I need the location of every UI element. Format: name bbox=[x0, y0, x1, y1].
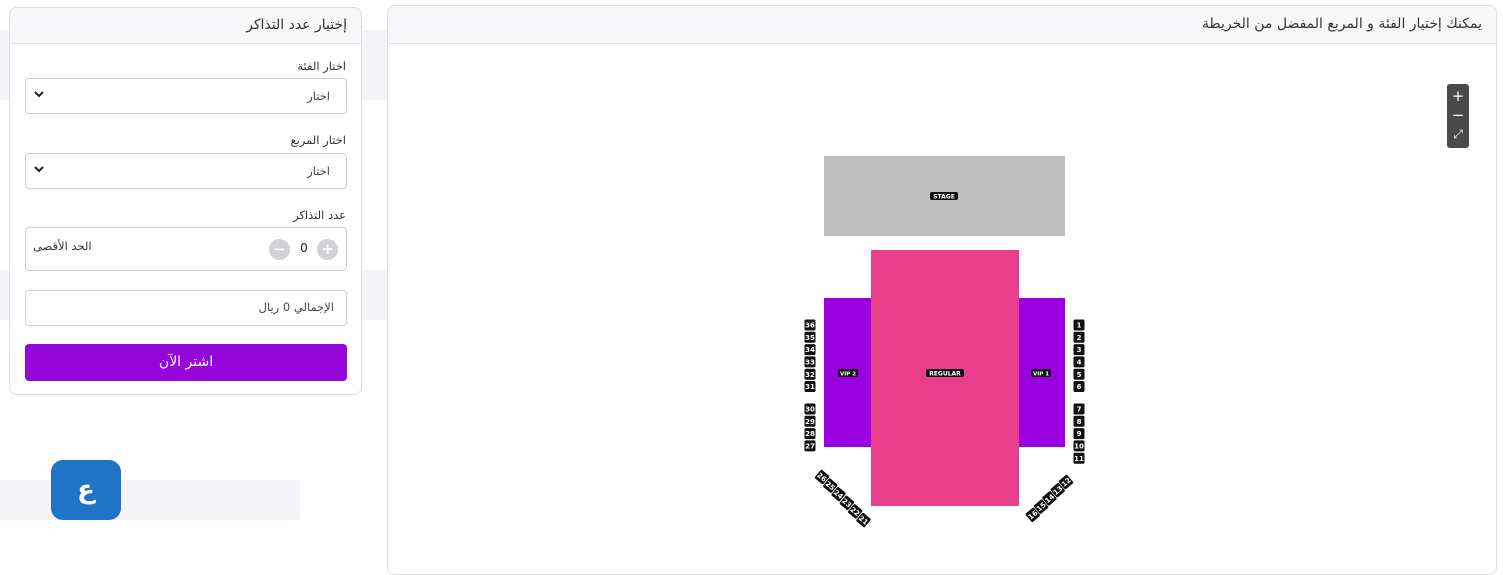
block-10[interactable]: 10 bbox=[1073, 440, 1085, 452]
block-33[interactable]: 33 bbox=[804, 356, 816, 368]
svg-text:1: 1 bbox=[1077, 322, 1082, 330]
block-2[interactable]: 2 bbox=[1073, 331, 1085, 343]
block-9[interactable]: 9 bbox=[1073, 428, 1085, 440]
svg-text:33: 33 bbox=[805, 359, 815, 367]
svg-text:4: 4 bbox=[1077, 359, 1082, 367]
ticket-panel: إختيار عدد التذاكر اختار الفئة اختار اخت… bbox=[9, 7, 362, 395]
site-logo: ع bbox=[51, 460, 121, 520]
quantity-label: عدد التذاكر bbox=[293, 208, 346, 222]
map-panel: يمكنك إختيار الفئة و المربع المفضل من ال… bbox=[387, 5, 1497, 575]
block-8[interactable]: 8 bbox=[1073, 415, 1085, 427]
stage-label: STAGE bbox=[933, 194, 955, 201]
block-29[interactable]: 29 bbox=[804, 415, 816, 427]
svg-text:27: 27 bbox=[805, 443, 815, 451]
block-3[interactable]: 3 bbox=[1073, 344, 1085, 356]
increase-button[interactable]: + bbox=[317, 239, 338, 260]
svg-text:29: 29 bbox=[805, 418, 815, 426]
venue-map: STAGE REGULAR VIP 2 VIP 1 12345678910113… bbox=[804, 156, 1085, 528]
ticket-panel-title: إختيار عدد التذاكر bbox=[10, 8, 361, 44]
svg-text:10: 10 bbox=[1074, 443, 1084, 451]
quantity-stepper: الحد الأقصى − 0 + bbox=[25, 227, 347, 271]
vip2-label: VIP 2 bbox=[840, 372, 856, 378]
svg-text:32: 32 bbox=[805, 371, 815, 379]
block-36[interactable]: 36 bbox=[804, 319, 816, 331]
block-11[interactable]: 11 bbox=[1073, 452, 1085, 464]
svg-text:35: 35 bbox=[805, 334, 815, 342]
svg-text:28: 28 bbox=[805, 430, 815, 438]
svg-text:11: 11 bbox=[1074, 455, 1084, 463]
svg-text:34: 34 bbox=[805, 346, 815, 354]
svg-text:6: 6 bbox=[1077, 383, 1082, 391]
category-select-value: اختار bbox=[307, 89, 330, 103]
svg-text:21: 21 bbox=[857, 514, 870, 526]
regular-label: REGULAR bbox=[929, 371, 961, 378]
block-5[interactable]: 5 bbox=[1073, 368, 1085, 380]
block-35[interactable]: 35 bbox=[804, 331, 816, 343]
category-select[interactable]: اختار bbox=[25, 78, 347, 114]
buy-now-button[interactable]: اشتر الآن bbox=[25, 344, 347, 381]
block-27[interactable]: 27 bbox=[804, 440, 816, 452]
block-30[interactable]: 30 bbox=[804, 403, 816, 415]
svg-text:30: 30 bbox=[805, 406, 815, 414]
block-32[interactable]: 32 bbox=[804, 368, 816, 380]
svg-text:8: 8 bbox=[1077, 418, 1082, 426]
chevron-down-icon bbox=[34, 166, 44, 173]
svg-text:7: 7 bbox=[1077, 406, 1082, 414]
svg-text:31: 31 bbox=[805, 383, 815, 391]
max-quantity-label: الحد الأقصى bbox=[33, 239, 92, 253]
vip1-label: VIP 1 bbox=[1033, 372, 1049, 378]
background-stripe bbox=[0, 480, 300, 520]
svg-text:3: 3 bbox=[1077, 346, 1082, 354]
category-label: اختار الفئة bbox=[297, 59, 346, 73]
block-7[interactable]: 7 bbox=[1073, 403, 1085, 415]
block-6[interactable]: 6 bbox=[1073, 381, 1085, 392]
block-select[interactable]: اختار bbox=[25, 153, 347, 189]
chevron-down-icon bbox=[34, 91, 44, 98]
svg-text:5: 5 bbox=[1077, 371, 1082, 379]
block-34[interactable]: 34 bbox=[804, 344, 816, 356]
block-select-value: اختار bbox=[307, 164, 330, 178]
quantity-value: 0 bbox=[300, 241, 308, 255]
total-field: الإجمالي 0 ريال bbox=[25, 290, 347, 326]
block-1[interactable]: 1 bbox=[1073, 319, 1085, 331]
block-label: اختار المربع bbox=[290, 133, 346, 147]
block-4[interactable]: 4 bbox=[1073, 356, 1085, 368]
regular-section[interactable] bbox=[871, 250, 1019, 506]
svg-text:9: 9 bbox=[1077, 430, 1082, 438]
block-28[interactable]: 28 bbox=[804, 428, 816, 440]
block-31[interactable]: 31 bbox=[804, 381, 816, 392]
total-value: الإجمالي 0 ريال bbox=[258, 300, 334, 314]
svg-text:36: 36 bbox=[805, 322, 815, 330]
decrease-button[interactable]: − bbox=[269, 239, 290, 260]
svg-text:2: 2 bbox=[1077, 334, 1082, 342]
